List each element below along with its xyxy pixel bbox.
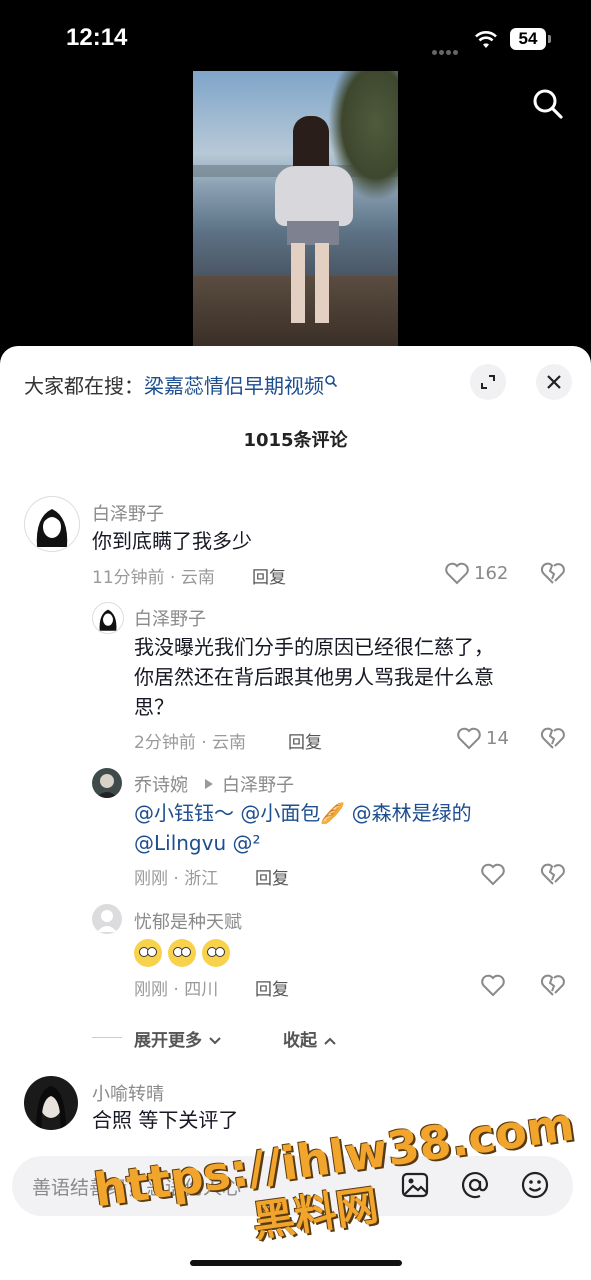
search-suggestion-prefix: 大家都在搜： xyxy=(24,374,144,398)
avatar[interactable] xyxy=(24,1076,78,1130)
dislike-icon[interactable] xyxy=(540,973,566,997)
reply-username[interactable]: 乔诗婉 xyxy=(134,771,188,797)
comment-username[interactable]: 白泽野子 xyxy=(92,500,164,526)
image-icon[interactable] xyxy=(400,1170,430,1200)
close-icon xyxy=(547,375,561,389)
reply-button[interactable]: 回复 xyxy=(288,728,322,753)
emoji-row xyxy=(134,936,236,967)
at-mention-icon[interactable] xyxy=(460,1170,490,1200)
avatar[interactable] xyxy=(92,904,122,934)
mention-line[interactable]: @Lilngvu @² xyxy=(134,828,261,859)
comment-username[interactable]: 小喻转晴 xyxy=(92,1080,164,1106)
search-icon[interactable] xyxy=(530,86,566,122)
divider xyxy=(92,1037,122,1038)
reply-button[interactable]: 回复 xyxy=(255,975,289,1000)
search-suggestion-keyword[interactable]: 梁嘉蕊情侣早期视频 xyxy=(144,374,324,398)
like-button[interactable]: 162 xyxy=(444,561,508,585)
expand-fullscreen-button[interactable] xyxy=(470,364,506,400)
like-count: 162 xyxy=(474,562,509,584)
wifi-icon xyxy=(475,31,497,48)
chevron-down-icon xyxy=(209,1037,221,1045)
avatar[interactable] xyxy=(24,496,80,552)
emoji-icon xyxy=(134,938,162,967)
reply-arrow-icon xyxy=(205,779,213,789)
like-count: 14 xyxy=(486,727,509,749)
mention-line[interactable]: @小钰钰～ @小面包🥖 @森林是绿的 xyxy=(134,798,472,829)
like-button[interactable]: 14 xyxy=(456,726,509,750)
heart-icon[interactable] xyxy=(480,862,506,886)
expand-more-label: 展开更多 xyxy=(134,1031,202,1051)
emoji-icon[interactable] xyxy=(520,1170,550,1200)
reply-text-line: 我没曝光我们分手的原因已经很仁慈了， xyxy=(134,635,494,659)
battery-icon: 54 xyxy=(510,28,546,50)
status-time: 12:14 xyxy=(66,24,128,51)
comment-text: 你到底瞒了我多少 xyxy=(92,529,252,553)
collapse-button[interactable]: 收起 xyxy=(283,1026,337,1051)
avatar[interactable] xyxy=(92,768,122,798)
heart-icon xyxy=(445,562,469,585)
comment-text: 合照 等下关评了 xyxy=(92,1108,239,1132)
dislike-icon[interactable] xyxy=(540,561,566,585)
reply-button[interactable]: 回复 xyxy=(255,864,289,889)
emoji-icon xyxy=(168,938,196,967)
reply-username[interactable]: 白泽野子 xyxy=(134,605,206,631)
expand-more-button[interactable]: 展开更多 xyxy=(134,1026,222,1051)
reply-username[interactable]: 忧郁是种天赋 xyxy=(134,908,242,934)
comment-count: 1015条评论 xyxy=(243,430,348,451)
chevron-up-icon xyxy=(324,1037,336,1045)
emoji-icon xyxy=(202,938,230,967)
reply-meta: 刚刚 · 浙江 xyxy=(134,869,219,889)
heart-icon xyxy=(457,727,481,750)
reply-text-line: 思？ xyxy=(134,695,174,719)
reply-meta: 刚刚 · 四川 xyxy=(134,980,219,1000)
home-indicator xyxy=(190,1260,402,1266)
reply-meta: 2分钟前 · 云南 xyxy=(134,733,247,753)
close-button[interactable] xyxy=(536,364,572,400)
heart-icon[interactable] xyxy=(480,973,506,997)
cellular-signal-icon xyxy=(432,40,462,55)
expand-icon xyxy=(481,375,495,389)
video-thumbnail[interactable] xyxy=(193,71,398,346)
comment-meta: 11分钟前 · 云南 xyxy=(92,568,215,588)
reply-text-line: 你居然还在背后跟其他男人骂我是什么意 xyxy=(134,665,494,689)
dislike-icon[interactable] xyxy=(540,726,566,750)
dislike-icon[interactable] xyxy=(540,862,566,886)
collapse-label: 收起 xyxy=(283,1031,317,1051)
avatar[interactable] xyxy=(92,602,124,634)
battery-tip xyxy=(548,35,551,43)
reply-button[interactable]: 回复 xyxy=(252,563,286,588)
search-small-icon xyxy=(325,375,338,388)
search-suggestion[interactable]: 大家都在搜：梁嘉蕊情侣早期视频 xyxy=(24,370,338,399)
reply-to-username[interactable]: 白泽野子 xyxy=(222,771,294,797)
